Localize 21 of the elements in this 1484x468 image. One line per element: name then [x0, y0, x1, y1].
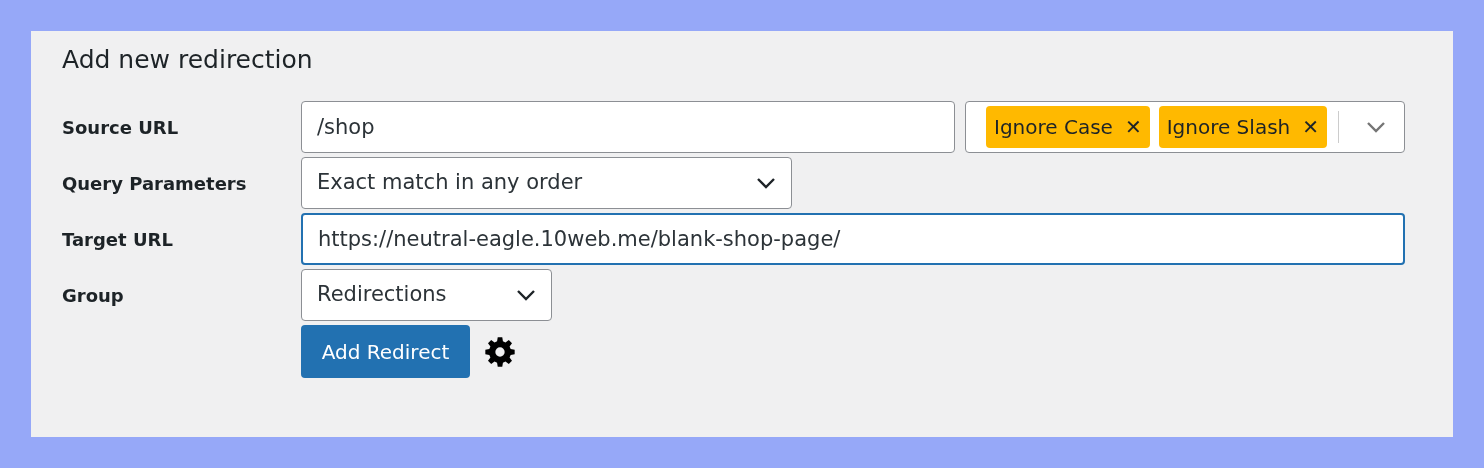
- chevron-down-icon: [756, 177, 776, 189]
- add-redirect-button[interactable]: Add Redirect: [301, 325, 470, 378]
- chevron-down-icon: [1366, 121, 1386, 133]
- field-label: Source URL: [62, 115, 180, 140]
- remove-tag-button[interactable]: ✕: [1302, 112, 1319, 142]
- tags-field[interactable]: Ignore Case ✕ Ignore Slash ✕: [965, 101, 1405, 153]
- tag-label: Ignore Case: [994, 114, 1113, 141]
- select-field[interactable]: Redirections: [301, 269, 552, 321]
- form-title: Add new redirection: [62, 45, 314, 75]
- select-value: Exact match in any order: [317, 169, 583, 197]
- field-label: Target URL: [62, 227, 174, 252]
- field-label: Group: [62, 283, 125, 308]
- text-field[interactable]: https://neutral-eagle.10web.me/blank-shop-page/: [301, 213, 1405, 265]
- field-label: Query Parameters: [62, 171, 248, 196]
- select-field[interactable]: Exact match in any order: [301, 157, 792, 209]
- text-field[interactable]: /shop: [301, 101, 955, 153]
- tag-label: Ignore Slash: [1166, 114, 1291, 141]
- select-value: Redirections: [317, 281, 447, 309]
- remove-tag-button[interactable]: ✕: [1124, 112, 1142, 142]
- settings-icon[interactable]: [484, 335, 516, 368]
- chevron-down-icon: [516, 289, 536, 301]
